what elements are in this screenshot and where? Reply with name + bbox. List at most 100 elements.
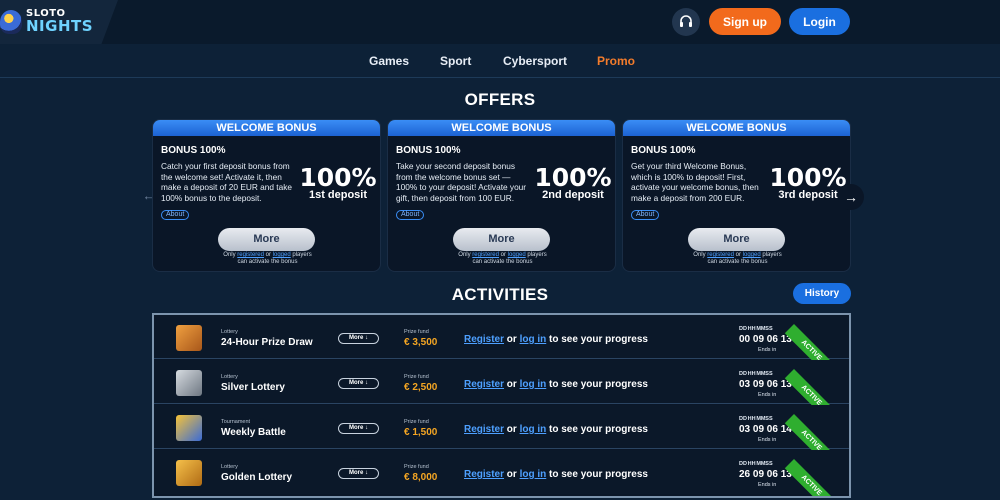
activity-more-button[interactable]: More ↓ bbox=[338, 333, 379, 344]
registered-link[interactable]: registered bbox=[237, 252, 264, 258]
login-link[interactable]: log in bbox=[520, 424, 547, 435]
timer-labels: DD HH MM SS bbox=[739, 416, 773, 422]
nav-item-sport[interactable]: Sport bbox=[440, 54, 471, 68]
offer-subtitle: BONUS 100% bbox=[631, 145, 696, 156]
ends-in-label: Ends in bbox=[758, 347, 777, 353]
activity-name: Weekly Battle bbox=[221, 427, 286, 438]
activity-type: Lottery bbox=[221, 329, 238, 335]
activity-more-button[interactable]: More ↓ bbox=[338, 423, 379, 434]
about-button[interactable]: About bbox=[161, 210, 190, 220]
headset-icon bbox=[680, 15, 692, 27]
activity-row: Tournament Weekly Battle More ↓ Prize fu… bbox=[154, 405, 849, 468]
register-link[interactable]: Register bbox=[464, 469, 504, 480]
offer-subtitle: BONUS 100% bbox=[161, 145, 226, 156]
logo[interactable]: SLOTO NIGHTS bbox=[0, 0, 118, 44]
countdown-timer: 03 09 06 14 bbox=[739, 424, 792, 435]
activity-cta: Register or log in to see your progress bbox=[464, 424, 648, 435]
offer-description: Get your third Welcome Bonus, which is 1… bbox=[631, 161, 759, 203]
silver-bars-icon bbox=[176, 370, 202, 396]
countdown-timer: 03 09 06 13 bbox=[739, 379, 792, 390]
offer-note: Only registered or logged players can ac… bbox=[458, 252, 547, 265]
ends-in-label: Ends in bbox=[758, 437, 777, 443]
login-button[interactable]: Login bbox=[789, 8, 850, 35]
logged-link[interactable]: logged bbox=[743, 252, 761, 258]
nav-item-promo[interactable]: Promo bbox=[597, 54, 635, 68]
gold-bars-icon bbox=[176, 325, 202, 351]
countdown-timer: 26 09 06 13 bbox=[739, 469, 792, 480]
nav-item-games[interactable]: Games bbox=[369, 54, 409, 68]
activities-table: Lottery 24-Hour Prize Draw More ↓ Prize … bbox=[152, 313, 851, 498]
main-nav: Games Sport Cybersport Promo bbox=[0, 44, 1000, 78]
activity-name: Golden Lottery bbox=[221, 472, 293, 483]
offer-deposit-label: 1st deposit bbox=[308, 189, 368, 201]
signup-button[interactable]: Sign up bbox=[709, 8, 781, 35]
timer-labels: DD HH MM SS bbox=[739, 371, 773, 377]
activity-type: Tournament bbox=[221, 419, 251, 425]
activity-name: Silver Lottery bbox=[221, 382, 285, 393]
offer-percent: 100% bbox=[769, 163, 847, 192]
logo-text-bottom: NIGHTS bbox=[26, 17, 94, 35]
registered-link[interactable]: registered bbox=[707, 252, 734, 258]
offer-percent: 100% bbox=[534, 163, 612, 192]
more-button[interactable]: More bbox=[688, 228, 785, 251]
ends-in-label: Ends in bbox=[758, 392, 777, 398]
prize-fund-label: Prize fund bbox=[404, 419, 429, 425]
ends-in-label: Ends in bbox=[758, 482, 777, 488]
activity-type: Lottery bbox=[221, 464, 238, 470]
history-button[interactable]: History bbox=[793, 283, 851, 304]
about-button[interactable]: About bbox=[396, 210, 425, 220]
registered-link[interactable]: registered bbox=[472, 252, 499, 258]
owl-mascot-icon bbox=[0, 10, 22, 34]
login-link[interactable]: log in bbox=[520, 469, 547, 480]
countdown-timer: 00 09 06 13 bbox=[739, 334, 792, 345]
activity-cta: Register or log in to see your progress bbox=[464, 469, 648, 480]
timer-labels: DD HH MM SS bbox=[739, 326, 773, 332]
activity-cta: Register or log in to see your progress bbox=[464, 379, 648, 390]
prize-fund-label: Prize fund bbox=[404, 374, 429, 380]
activity-name: 24-Hour Prize Draw bbox=[221, 337, 313, 348]
dice-icon bbox=[176, 415, 202, 441]
prize-fund-value: € 8,000 bbox=[404, 472, 438, 483]
activity-type: Lottery bbox=[221, 374, 238, 380]
gold-bars-icon bbox=[176, 460, 202, 486]
nav-item-cybersport[interactable]: Cybersport bbox=[503, 54, 567, 68]
active-badge: ACTIVE bbox=[784, 459, 838, 496]
more-button[interactable]: More bbox=[218, 228, 315, 251]
offer-card-header: WELCOME BONUS bbox=[623, 120, 850, 136]
prize-fund-value: € 2,500 bbox=[404, 382, 438, 393]
offers-title: OFFERS bbox=[464, 90, 536, 109]
top-bar: SLOTO NIGHTS Sign up Login bbox=[0, 0, 1000, 44]
offer-note: Only registered or logged players can ac… bbox=[693, 252, 782, 265]
register-link[interactable]: Register bbox=[464, 334, 504, 345]
support-button[interactable] bbox=[672, 8, 700, 36]
register-link[interactable]: Register bbox=[464, 379, 504, 390]
prize-fund-value: € 3,500 bbox=[404, 337, 438, 348]
prize-fund-label: Prize fund bbox=[404, 329, 429, 335]
activity-more-button[interactable]: More ↓ bbox=[338, 468, 379, 479]
offer-subtitle: BONUS 100% bbox=[396, 145, 461, 156]
activity-row: Lottery Silver Lottery More ↓ Prize fund… bbox=[154, 360, 849, 423]
about-button[interactable]: About bbox=[631, 210, 660, 220]
offer-note: Only registered or logged players can ac… bbox=[223, 252, 312, 265]
timer-labels: DD HH MM SS bbox=[739, 461, 773, 467]
logged-link[interactable]: logged bbox=[508, 252, 526, 258]
offer-card-header: WELCOME BONUS bbox=[388, 120, 615, 136]
offer-card: WELCOME BONUS BONUS 100% Take your secon… bbox=[387, 119, 616, 272]
login-link[interactable]: log in bbox=[520, 379, 547, 390]
offer-description: Take your second deposit bonus from the … bbox=[396, 161, 527, 203]
activity-more-button[interactable]: More ↓ bbox=[338, 378, 379, 389]
activity-cta: Register or log in to see your progress bbox=[464, 334, 648, 345]
activity-row: Lottery 24-Hour Prize Draw More ↓ Prize … bbox=[154, 315, 849, 378]
carousel-next-arrow-icon[interactable]: → bbox=[838, 184, 864, 210]
logged-link[interactable]: logged bbox=[273, 252, 291, 258]
more-button[interactable]: More bbox=[453, 228, 550, 251]
offer-percent: 100% bbox=[299, 163, 377, 192]
register-link[interactable]: Register bbox=[464, 424, 504, 435]
offer-card-header: WELCOME BONUS bbox=[153, 120, 380, 136]
prize-fund-label: Prize fund bbox=[404, 464, 429, 470]
login-link[interactable]: log in bbox=[520, 334, 547, 345]
activity-row: Lottery Golden Lottery More ↓ Prize fund… bbox=[154, 450, 849, 496]
offer-card: WELCOME BONUS BONUS 100% Get your third … bbox=[622, 119, 851, 272]
offer-card: WELCOME BONUS BONUS 100% Catch your firs… bbox=[152, 119, 381, 272]
prize-fund-value: € 1,500 bbox=[404, 427, 438, 438]
